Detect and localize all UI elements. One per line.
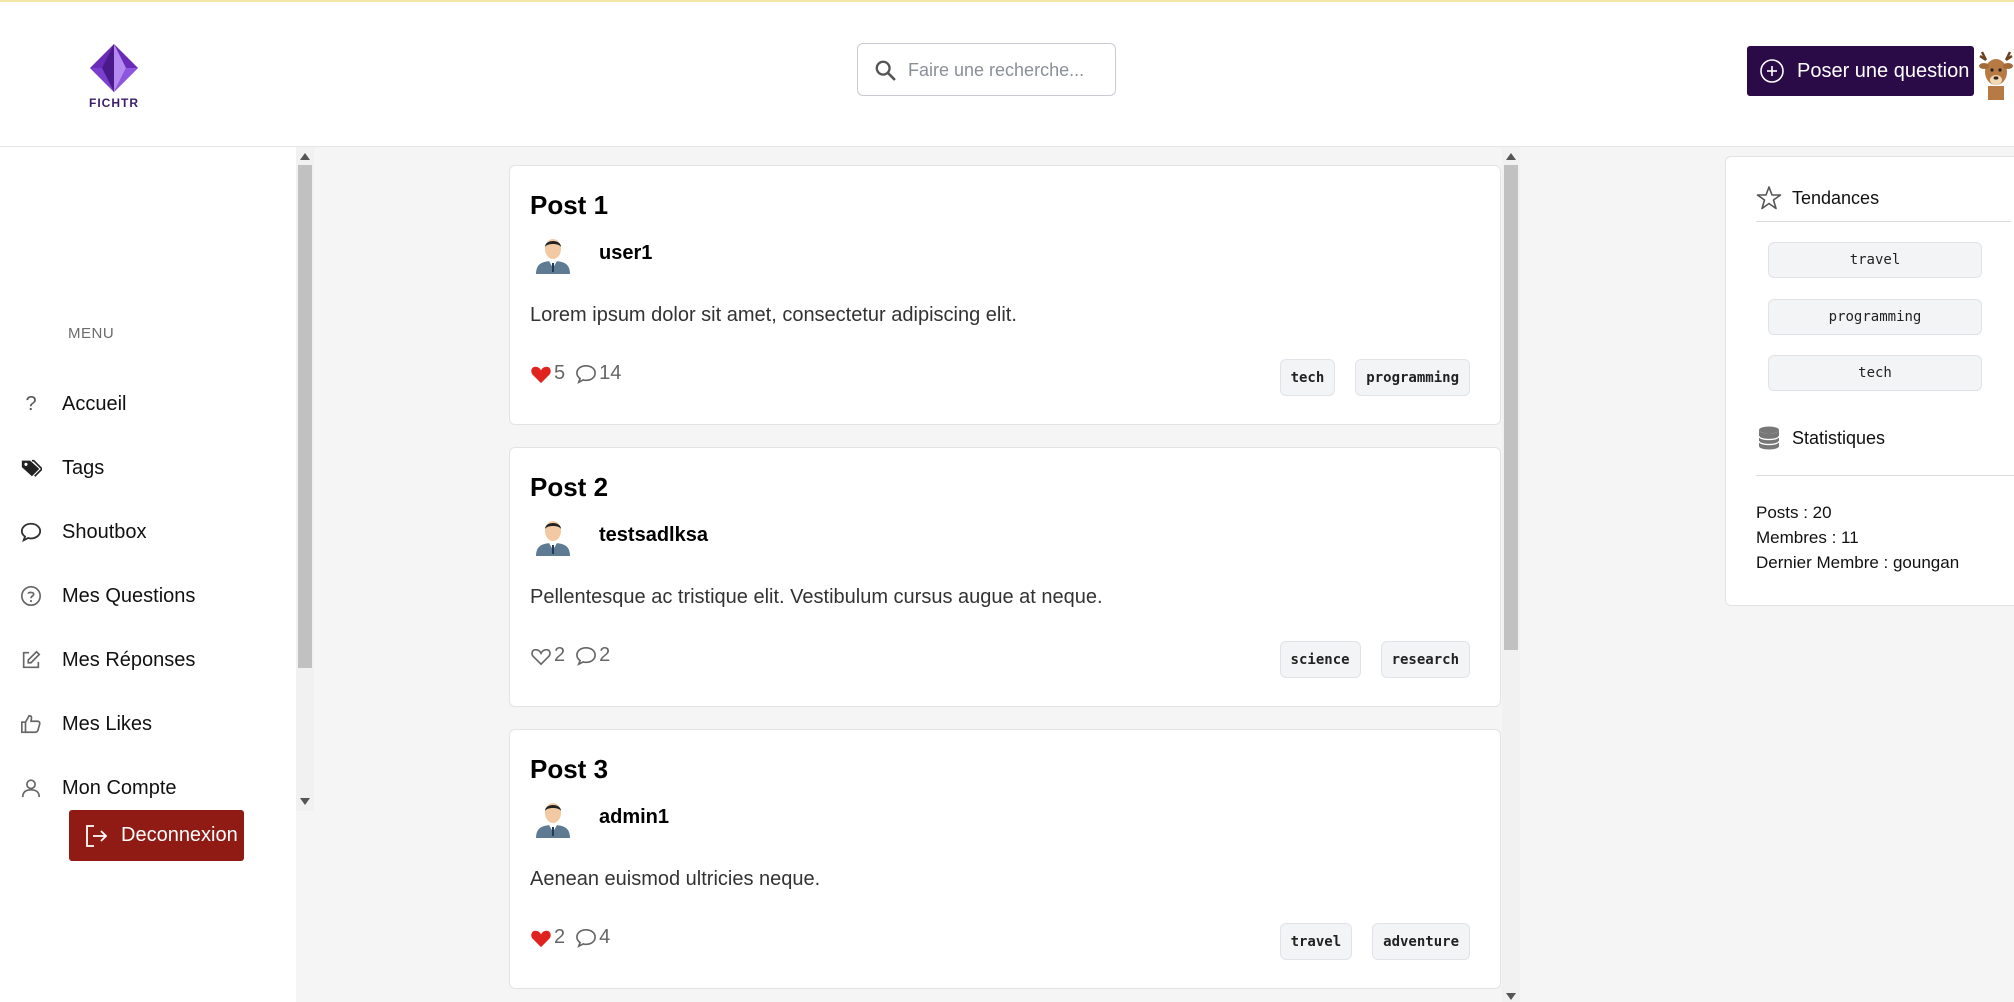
scroll-down-arrow[interactable] — [300, 798, 310, 805]
header: FICHTR Poser une question — [0, 2, 2014, 147]
comment-count: 2 — [599, 644, 611, 666]
trend-tag[interactable]: programming — [1768, 299, 1982, 335]
comment-icon[interactable] — [575, 364, 597, 384]
post-username[interactable]: admin1 — [599, 806, 669, 829]
trend-tag[interactable]: travel — [1768, 242, 1982, 278]
stats-header: Statistiques — [1756, 425, 1885, 451]
like-count: 2 — [554, 926, 566, 948]
post-avatar — [536, 239, 570, 274]
question-icon: ? — [25, 392, 37, 415]
comment-count: 4 — [599, 926, 611, 948]
tag-chip[interactable]: science — [1279, 641, 1361, 678]
sidebar-item-label: Mes Likes — [62, 712, 153, 735]
side-panel: Tendances travel programming tech Statis… — [1725, 156, 2014, 606]
tag-chip[interactable]: travel — [1279, 923, 1353, 960]
post-username[interactable]: user1 — [599, 242, 652, 265]
post-stats: 5 14 — [530, 362, 621, 385]
scroll-thumb[interactable] — [298, 165, 312, 668]
logout-button[interactable]: Deconnexion — [69, 810, 244, 861]
sidebar-scrollbar[interactable] — [296, 147, 314, 811]
question-circle-icon — [20, 585, 42, 607]
like-count: 2 — [554, 644, 566, 666]
feed-scrollbar[interactable] — [1502, 147, 1520, 1002]
trend-tag[interactable]: tech — [1768, 355, 1982, 391]
comment-count: 14 — [599, 362, 622, 384]
post-avatar — [536, 803, 570, 838]
heart-filled-icon[interactable] — [530, 928, 552, 948]
sidebar-item-mes-questions[interactable]: Mes Questions — [20, 576, 195, 616]
user-icon — [20, 777, 42, 799]
post-username[interactable]: testsadlksa — [599, 524, 708, 547]
post-tags: travel adventure — [1279, 923, 1470, 960]
search-icon — [875, 60, 896, 81]
scroll-up-arrow[interactable] — [1506, 153, 1516, 160]
post-avatar — [536, 521, 570, 556]
sidebar-item-shoutbox[interactable]: Shoutbox — [20, 512, 147, 552]
sidebar-item-mon-compte[interactable]: Mon Compte — [20, 768, 177, 808]
scroll-thumb[interactable] — [1504, 165, 1518, 650]
post-tags: science research — [1279, 641, 1470, 678]
sidebar-item-accueil[interactable]: ? Accueil — [20, 384, 126, 424]
tag-chip[interactable]: adventure — [1372, 923, 1470, 960]
sidebar: MENU ? Accueil Tags Shoutbox Mes Questio… — [0, 147, 296, 1002]
comment-icon[interactable] — [575, 646, 597, 666]
trends-header: Tendances — [1756, 185, 1879, 211]
tag-chip[interactable]: tech — [1279, 359, 1336, 396]
post-card[interactable]: Post 1 user1 Lorem ipsum dolor sit amet,… — [509, 165, 1501, 425]
post-body: Aenean euismod ultricies neque. — [530, 868, 821, 890]
edit-icon — [20, 649, 42, 671]
post-title[interactable]: Post 1 — [530, 190, 608, 221]
divider — [1756, 475, 2014, 476]
logo-text: FICHTR — [89, 96, 139, 110]
post-stats: 2 2 — [530, 644, 610, 667]
post-title[interactable]: Post 3 — [530, 754, 608, 785]
logo[interactable]: FICHTR — [86, 42, 142, 114]
sidebar-item-label: Accueil — [62, 392, 127, 415]
thumbs-up-icon — [20, 713, 42, 735]
stat-last-member: Dernier Membre : goungan — [1756, 553, 1960, 572]
search-box[interactable] — [857, 43, 1116, 96]
heart-filled-icon[interactable] — [530, 364, 552, 384]
heart-outline-icon[interactable] — [530, 646, 552, 666]
database-icon — [1758, 426, 1780, 450]
sidebar-item-label: Mes Réponses — [62, 648, 196, 671]
stats-title: Statistiques — [1792, 427, 1886, 448]
sidebar-item-mes-likes[interactable]: Mes Likes — [20, 704, 152, 744]
ask-question-button[interactable]: Poser une question — [1747, 46, 1974, 96]
post-stats: 2 4 — [530, 926, 610, 949]
user-avatar[interactable] — [1976, 46, 2014, 100]
trends-title: Tendances — [1792, 187, 1880, 208]
tag-chip[interactable]: programming — [1355, 359, 1470, 396]
sidebar-item-label: Mes Questions — [62, 584, 196, 607]
stat-posts: Posts : 20 — [1756, 503, 1832, 522]
ask-question-label: Poser une question — [1797, 59, 1970, 82]
divider — [1756, 221, 2011, 222]
logout-label: Deconnexion — [121, 824, 238, 846]
plus-circle-icon — [1760, 59, 1784, 83]
sidebar-item-label: Tags — [62, 456, 105, 479]
post-body: Pellentesque ac tristique elit. Vestibul… — [530, 586, 1103, 608]
scroll-down-arrow[interactable] — [1506, 993, 1516, 1000]
like-count: 5 — [554, 362, 566, 384]
post-title[interactable]: Post 2 — [530, 472, 608, 503]
star-icon — [1756, 186, 1782, 210]
tag-chip[interactable]: research — [1380, 641, 1470, 678]
sidebar-item-label: Mon Compte — [62, 776, 177, 799]
logout-icon — [86, 824, 108, 847]
post-body: Lorem ipsum dolor sit amet, consectetur … — [530, 304, 1017, 326]
sidebar-item-label: Shoutbox — [62, 520, 147, 543]
logo-icon — [90, 44, 138, 92]
menu-title: MENU — [68, 325, 115, 342]
post-tags: tech programming — [1279, 359, 1470, 396]
sidebar-item-tags[interactable]: Tags — [20, 448, 104, 488]
chat-bubble-icon — [20, 521, 42, 543]
post-card[interactable]: Post 2 testsadlksa Pellentesque ac trist… — [509, 447, 1501, 707]
comment-icon[interactable] — [575, 928, 597, 948]
post-card[interactable]: Post 3 admin1 Aenean euismod ultricies n… — [509, 729, 1501, 989]
search-input[interactable] — [908, 54, 1108, 86]
tags-icon — [20, 457, 42, 479]
stat-members: Membres : 11 — [1756, 528, 1859, 547]
scroll-up-arrow[interactable] — [300, 153, 310, 160]
sidebar-item-mes-reponses[interactable]: Mes Réponses — [20, 640, 195, 680]
